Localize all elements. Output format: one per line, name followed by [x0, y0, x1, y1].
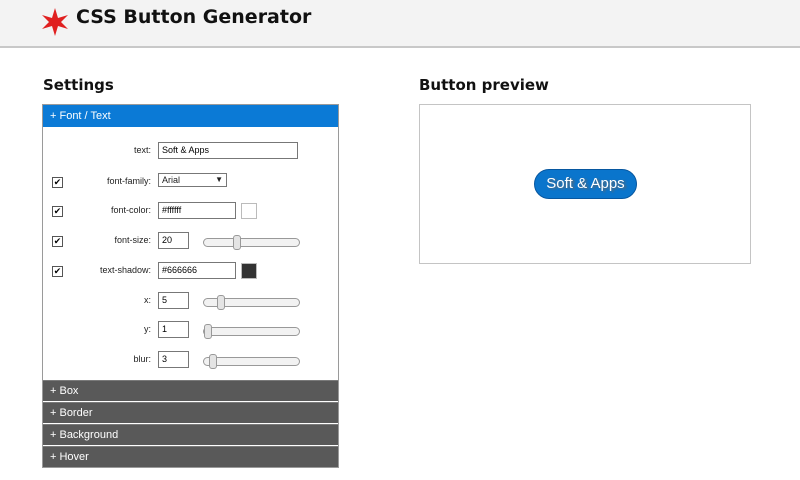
shadow-blur-input[interactable]: 3	[158, 351, 189, 368]
font-size-label: font-size:	[114, 235, 151, 245]
section-border[interactable]: + Border	[43, 402, 338, 423]
font-size-slider-thumb[interactable]	[233, 235, 241, 250]
app-title: CSS Button Generator	[76, 6, 312, 28]
settings-panel: + Font / Text text: Soft & Apps ✔ font-f…	[42, 104, 339, 468]
font-size-input[interactable]: 20	[158, 232, 189, 249]
preview-button[interactable]: Soft & Apps	[534, 169, 637, 199]
font-family-select[interactable]: Arial ▼	[158, 173, 227, 187]
text-shadow-input[interactable]: #666666	[158, 262, 236, 279]
shadow-blur-label: blur:	[133, 354, 151, 364]
text-label: text:	[133, 145, 151, 155]
shadow-blur-slider[interactable]	[203, 354, 300, 369]
settings-title: Settings	[43, 76, 114, 94]
preview-title: Button preview	[419, 76, 549, 94]
font-color-label: font-color:	[110, 205, 151, 215]
font-color-checkbox[interactable]: ✔	[52, 206, 63, 217]
text-shadow-swatch[interactable]	[241, 263, 257, 279]
shadow-y-input[interactable]: 1	[158, 321, 189, 338]
font-family-value: Arial	[162, 175, 181, 185]
section-background[interactable]: + Background	[43, 424, 338, 445]
text-shadow-label: text-shadow:	[99, 265, 151, 275]
font-size-slider[interactable]	[203, 235, 300, 250]
shadow-blur-row: blur: 3	[43, 350, 338, 372]
text-input[interactable]: Soft & Apps	[158, 142, 298, 159]
font-family-label: font-family:	[106, 176, 151, 186]
shadow-y-row: y: 1	[43, 320, 338, 342]
shadow-y-label: y:	[143, 324, 151, 334]
font-color-input[interactable]: #ffffff	[158, 202, 236, 219]
red-star-icon	[42, 8, 68, 36]
shadow-x-slider[interactable]	[203, 295, 300, 310]
font-family-checkbox[interactable]: ✔	[52, 177, 63, 188]
section-hover[interactable]: + Hover	[43, 446, 338, 467]
section-font-text[interactable]: + Font / Text	[43, 105, 338, 127]
shadow-x-input[interactable]: 5	[158, 292, 189, 309]
font-size-row: ✔ font-size: 20	[43, 231, 338, 253]
font-color-row: ✔ font-color: #ffffff	[43, 201, 338, 223]
shadow-y-slider[interactable]	[203, 324, 300, 339]
dropdown-arrow-icon: ▼	[215, 175, 223, 184]
shadow-y-slider-thumb[interactable]	[204, 324, 212, 339]
shadow-x-slider-thumb[interactable]	[217, 295, 225, 310]
text-row: text: Soft & Apps	[43, 141, 338, 163]
font-size-checkbox[interactable]: ✔	[52, 236, 63, 247]
shadow-x-label: x:	[143, 295, 151, 305]
shadow-blur-slider-thumb[interactable]	[209, 354, 217, 369]
app-header: CSS Button Generator	[0, 0, 800, 48]
text-shadow-row: ✔ text-shadow: #666666	[43, 261, 338, 283]
preview-area: Soft & Apps	[419, 104, 751, 264]
font-color-swatch[interactable]	[241, 203, 257, 219]
shadow-x-row: x: 5	[43, 291, 338, 313]
font-family-row: ✔ font-family: Arial ▼	[43, 172, 338, 194]
text-shadow-checkbox[interactable]: ✔	[52, 266, 63, 277]
section-box[interactable]: + Box	[43, 380, 338, 401]
